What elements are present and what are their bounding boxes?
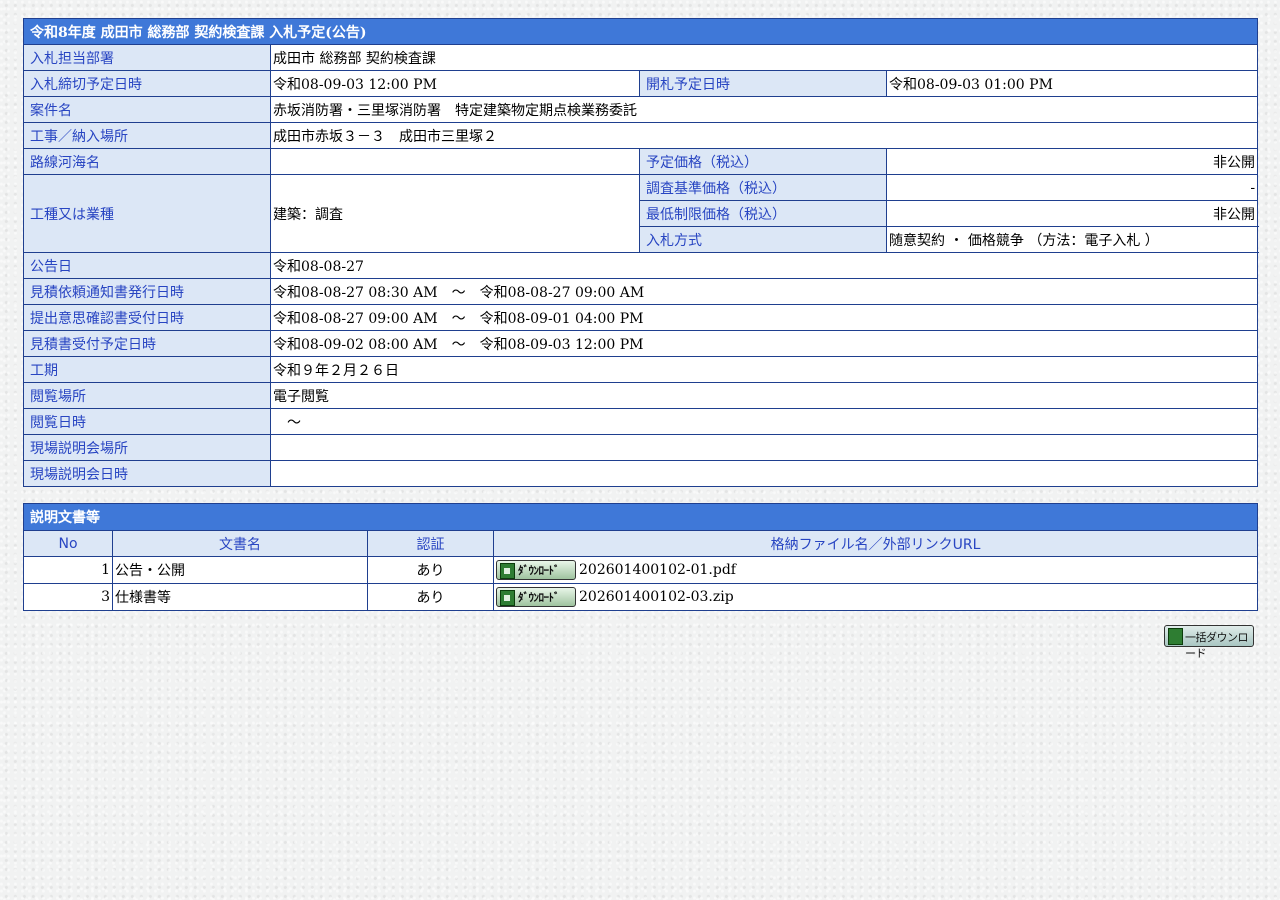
period-value: 令和９年２月２６日 bbox=[269, 356, 1259, 383]
doc-no: 1 bbox=[23, 556, 113, 584]
site-date-label: 現場説明会日時 bbox=[23, 460, 271, 487]
page-wrapper: 令和8年度 成田市 総務部 契約検査課 入札予定(公告) 入札担当部署 成田市 … bbox=[22, 18, 1259, 660]
col-header-no: No bbox=[23, 530, 113, 557]
download-button-label: ﾀﾞｳﾝﾛｰﾄﾞ bbox=[518, 591, 560, 604]
period-label: 工期 bbox=[23, 356, 271, 383]
notice-label: 公告日 bbox=[23, 252, 271, 279]
download-button[interactable]: ﾀﾞｳﾝﾛｰﾄﾞ bbox=[496, 560, 576, 580]
method-value: 随意契約 ・ 価格競争 （方法：電子入札 ） bbox=[885, 226, 1259, 253]
doc-file-cell: ﾀﾞｳﾝﾛｰﾄﾞ 202601400102-03.zip bbox=[493, 583, 1258, 611]
estimate-issue-value: 令和08-08-27 08:30 AM ～ 令和08-08-27 09:00 A… bbox=[269, 278, 1259, 305]
planned-price-value: 非公開 bbox=[885, 148, 1259, 175]
intent-label: 提出意思確認書受付日時 bbox=[23, 304, 271, 331]
category-value: 建築：調査 bbox=[270, 174, 640, 253]
bulk-download-label: 一括ダウンロード bbox=[1185, 631, 1249, 660]
bulk-download-button[interactable]: 一括ダウンロード bbox=[1164, 625, 1254, 660]
site-place-label: 現場説明会場所 bbox=[23, 434, 271, 461]
opening-value: 令和08-09-03 01:00 PM bbox=[885, 70, 1259, 97]
opening-label: 開札予定日時 bbox=[639, 70, 887, 97]
route-value bbox=[270, 148, 640, 175]
location-value: 成田市赤坂３－３ 成田市三里塚２ bbox=[269, 122, 1259, 149]
bid-info-table: 令和8年度 成田市 総務部 契約検査課 入札予定(公告) 入札担当部署 成田市 … bbox=[22, 18, 1259, 487]
doc-file-cell: ﾀﾞｳﾝﾛｰﾄﾞ 202601400102-01.pdf bbox=[493, 556, 1258, 584]
table-row: 3 仕様書等 あり ﾀﾞｳﾝﾛｰﾄﾞ 202601400102-03.zip bbox=[23, 583, 1258, 611]
site-place-value bbox=[269, 434, 1259, 461]
estimate-issue-label: 見積依頼通知書発行日時 bbox=[23, 278, 271, 305]
doc-name: 公告・公開 bbox=[112, 556, 368, 584]
min-price-label: 最低制限価格（税込） bbox=[639, 200, 887, 227]
estimate-recv-value: 令和08-09-02 08:00 AM ～ 令和08-09-03 12:00 P… bbox=[269, 330, 1259, 357]
route-label: 路線河海名 bbox=[23, 148, 271, 175]
dept-value: 成田市 総務部 契約検査課 bbox=[269, 44, 1259, 71]
download-icon bbox=[500, 590, 515, 606]
survey-price-label: 調査基準価格（税込） bbox=[639, 174, 887, 201]
col-header-auth: 認証 bbox=[367, 530, 494, 557]
download-button[interactable]: ﾀﾞｳﾝﾛｰﾄﾞ bbox=[496, 587, 576, 607]
viewing-place-label: 閲覧場所 bbox=[23, 382, 271, 409]
download-icon bbox=[500, 563, 515, 579]
doc-no: 3 bbox=[23, 583, 113, 611]
viewing-place-value: 電子閲覧 bbox=[269, 382, 1259, 409]
notice-value: 令和08-08-27 bbox=[269, 252, 1259, 279]
doc-auth: あり bbox=[367, 556, 494, 584]
page-title: 令和8年度 成田市 総務部 契約検査課 入札予定(公告) bbox=[22, 18, 1259, 45]
docs-table: 説明文書等 No 文書名 認証 格納ファイル名／外部リンクURL 1 公告・公開… bbox=[23, 503, 1258, 611]
site-date-value bbox=[269, 460, 1259, 487]
survey-price-value: - bbox=[885, 174, 1259, 201]
min-price-value: 非公開 bbox=[885, 200, 1259, 227]
intent-value: 令和08-08-27 09:00 AM ～ 令和08-09-01 04:00 P… bbox=[269, 304, 1259, 331]
deadline-label: 入札締切予定日時 bbox=[23, 70, 271, 97]
doc-auth: あり bbox=[367, 583, 494, 611]
doc-file-name: 202601400102-01.pdf bbox=[579, 562, 736, 578]
doc-name: 仕様書等 bbox=[112, 583, 368, 611]
download-button-label: ﾀﾞｳﾝﾛｰﾄﾞ bbox=[518, 564, 560, 577]
viewing-date-value: ～ bbox=[269, 408, 1259, 435]
col-header-name: 文書名 bbox=[112, 530, 368, 557]
category-label: 工種又は業種 bbox=[23, 174, 271, 253]
estimate-recv-label: 見積書受付予定日時 bbox=[23, 330, 271, 357]
planned-price-label: 予定価格（税込） bbox=[639, 148, 887, 175]
viewing-date-label: 閲覧日時 bbox=[23, 408, 271, 435]
project-label: 案件名 bbox=[23, 96, 271, 123]
table-row: 1 公告・公開 あり ﾀﾞｳﾝﾛｰﾄﾞ 202601400102-01.pdf bbox=[23, 556, 1258, 584]
doc-file-name: 202601400102-03.zip bbox=[579, 589, 734, 605]
col-header-file: 格納ファイル名／外部リンクURL bbox=[493, 530, 1258, 557]
location-label: 工事／納入場所 bbox=[23, 122, 271, 149]
project-value: 赤坂消防署・三里塚消防署 特定建築物定期点検業務委託 bbox=[269, 96, 1259, 123]
method-label: 入札方式 bbox=[639, 226, 887, 253]
docs-title: 説明文書等 bbox=[23, 503, 1258, 531]
dept-label: 入札担当部署 bbox=[23, 44, 271, 71]
download-icon bbox=[1168, 628, 1183, 645]
deadline-value: 令和08-09-03 12:00 PM bbox=[270, 70, 640, 97]
